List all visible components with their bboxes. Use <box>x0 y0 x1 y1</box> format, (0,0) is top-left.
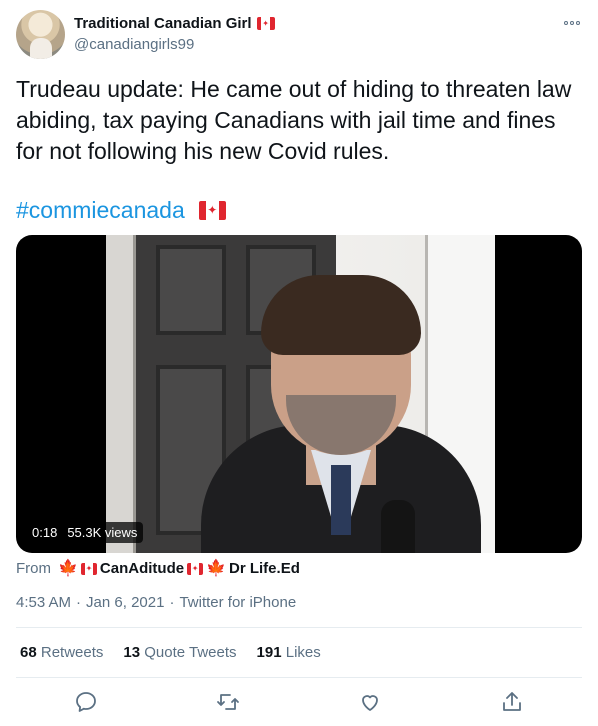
meta-separator: · <box>169 594 175 611</box>
reply-icon[interactable] <box>74 690 98 714</box>
source-user-name[interactable]: Dr Life.Ed <box>229 560 300 577</box>
from-label: From <box>16 560 51 577</box>
tweet-time[interactable]: 4:53 AM <box>16 594 71 611</box>
display-name-row[interactable]: Traditional Canadian Girl ✦ <box>74 15 275 32</box>
display-name[interactable]: Traditional Canadian Girl <box>74 15 252 32</box>
retweet-icon[interactable] <box>216 690 240 714</box>
user-handle[interactable]: @canadiangirls99 <box>74 36 194 53</box>
video-info-badge: 0:18 55.3K views <box>26 522 144 543</box>
video-source-row: From 🍁 ✦ CanAditude ✦ 🍁 Dr Life.Ed <box>16 560 300 577</box>
quote-tweets-stat[interactable]: 13 Quote Tweets <box>123 644 236 661</box>
likes-stat[interactable]: 191 Likes <box>257 644 321 661</box>
video-duration: 0:18 <box>32 525 58 540</box>
tweet-date[interactable]: Jan 6, 2021 <box>86 594 164 611</box>
tweet-source[interactable]: Twitter for iPhone <box>179 594 296 611</box>
hashtag-link[interactable]: #commiecanada <box>16 195 185 225</box>
video-player[interactable]: 0:18 55.3K views <box>16 235 582 553</box>
video-frame <box>106 235 495 553</box>
source-user-link[interactable]: CanAditude <box>100 560 184 577</box>
hashtag-row: #commiecanada ✦ <box>16 195 226 225</box>
tweet-stats: 68 Retweets 13 Quote Tweets 191 Likes <box>20 644 321 661</box>
action-bar <box>16 690 582 716</box>
tweet-text: Trudeau update: He came out of hiding to… <box>16 76 572 164</box>
canada-flag-icon: ✦ <box>198 200 226 220</box>
meta-separator: · <box>76 594 82 611</box>
canada-flag-icon: ✦ <box>187 562 204 575</box>
retweets-stat[interactable]: 68 Retweets <box>20 644 103 661</box>
divider <box>16 677 582 678</box>
more-icon[interactable] <box>562 16 582 30</box>
canada-flag-icon: ✦ <box>80 562 97 575</box>
canada-flag-icon: ✦ <box>256 17 275 30</box>
like-icon[interactable] <box>358 690 382 714</box>
video-views: 55.3K views <box>67 525 138 540</box>
tweet-meta: 4:53 AM · Jan 6, 2021 · Twitter for iPho… <box>16 594 296 611</box>
maple-leaf-icon: 🍁 <box>58 559 78 577</box>
maple-leaf-icon: 🍁 <box>206 559 227 577</box>
share-icon[interactable] <box>500 690 524 714</box>
avatar[interactable] <box>16 10 65 59</box>
tweet-header: Traditional Canadian Girl ✦ @canadiangir… <box>16 10 582 62</box>
divider <box>16 627 582 628</box>
